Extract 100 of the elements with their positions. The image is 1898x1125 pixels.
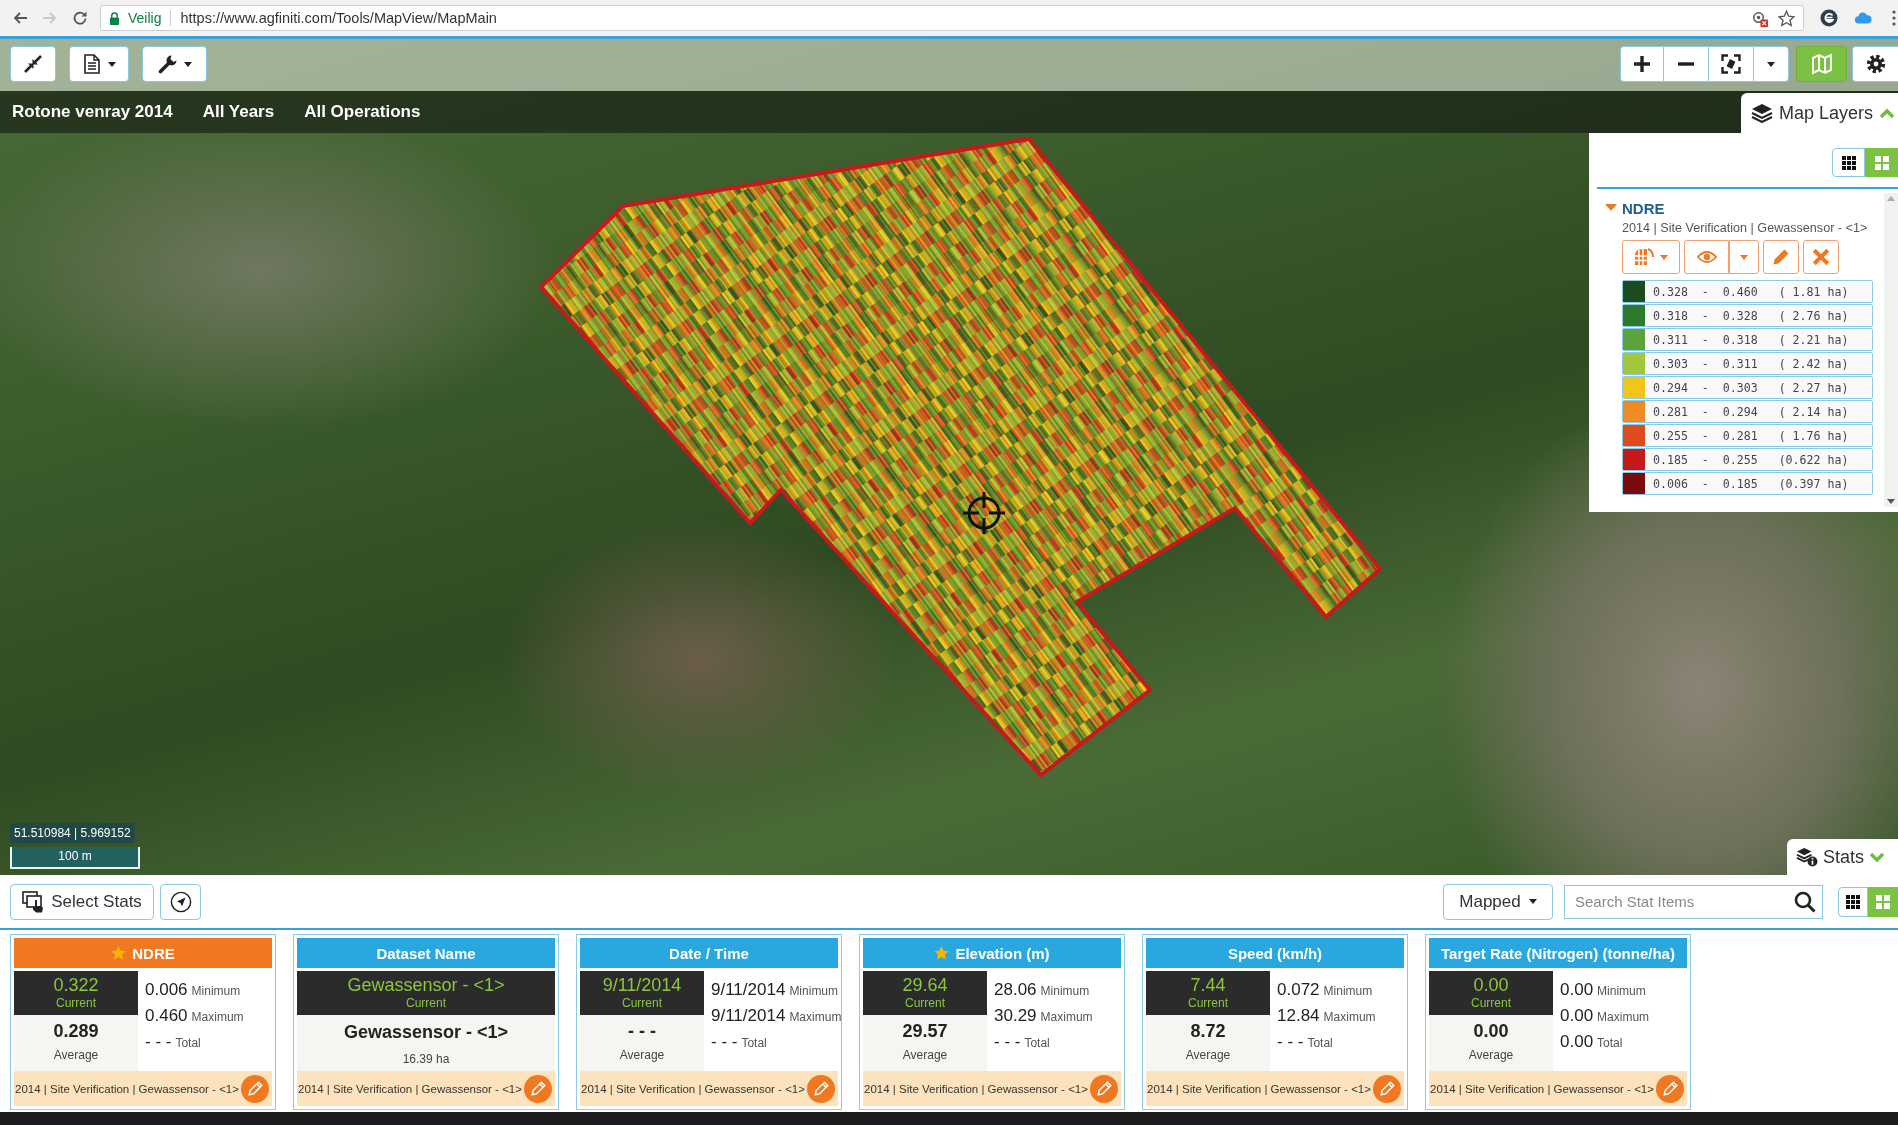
operations-filter[interactable]: All Operations — [304, 102, 421, 122]
total-label: Total — [741, 1036, 767, 1050]
current-value: 0.322 — [53, 975, 99, 996]
caret-icon — [1767, 61, 1775, 67]
url-text[interactable]: https://www.agfiniti.com/Tools/MapView/MapMain — [180, 10, 497, 26]
address-bar[interactable]: Veilig https://www.agfiniti.com/Tools/MapView/MapMain — [100, 5, 1804, 31]
layer-style-button[interactable] — [1622, 240, 1680, 274]
legend-label: 0.185 - 0.255 (0.622 ha) — [1653, 452, 1849, 467]
stats-label: Stats — [1823, 846, 1865, 868]
list-view-button[interactable] — [1832, 148, 1865, 177]
average-label: Average — [1185, 1048, 1231, 1062]
maximum-value: 12.84 — [1277, 1006, 1320, 1026]
total-value: - - - — [994, 1032, 1021, 1052]
current-label: Current — [622, 996, 662, 1011]
current-value: 9/11/2014 — [602, 975, 682, 996]
tile-view-button[interactable] — [1868, 886, 1898, 917]
close-icon — [1811, 248, 1831, 266]
search-icon[interactable] — [1794, 890, 1816, 913]
card-title: Target Rate (Nitrogen) (tonne/ha) — [1441, 944, 1675, 962]
grid-icon — [1846, 894, 1860, 909]
edit-button[interactable] — [1090, 1074, 1118, 1103]
map-layers-label: Map Layers — [1779, 102, 1874, 124]
scale-bar: 100 m — [10, 847, 140, 869]
fit-extent-icon — [1721, 54, 1741, 74]
scrollbar[interactable] — [1884, 193, 1898, 507]
card-title: NDRE — [132, 944, 175, 962]
edit-button[interactable] — [1656, 1074, 1684, 1103]
edit-button[interactable] — [1373, 1074, 1401, 1103]
card-title: Speed (km/h) — [1227, 944, 1323, 962]
legend-label: 0.311 - 0.318 ( 2.21 ha) — [1653, 332, 1849, 347]
collapse-arrows-icon — [23, 54, 43, 74]
stats-tab[interactable]: Stats — [1787, 839, 1898, 875]
total-value: - - - — [711, 1032, 738, 1052]
back-icon[interactable] — [12, 10, 28, 26]
layer-name[interactable]: NDRE — [1622, 199, 1665, 217]
settings-button[interactable] — [1852, 46, 1898, 82]
maximum-value: 30.29 — [994, 1006, 1037, 1026]
current-label: Current — [406, 996, 446, 1011]
edit-button[interactable] — [241, 1074, 269, 1103]
document-icon — [82, 54, 102, 74]
crosshair-icon — [962, 491, 1006, 535]
zoom-in-button[interactable] — [1620, 46, 1664, 82]
list-view-button[interactable] — [1838, 886, 1868, 917]
average-value: - - - — [628, 1020, 656, 1042]
reload-icon[interactable] — [72, 10, 88, 26]
pencil-icon — [1771, 248, 1791, 266]
caret-icon — [183, 61, 192, 67]
total-value: 0.00 — [1560, 1032, 1594, 1052]
field-name-label[interactable]: Rotone venray 2014 — [12, 102, 173, 122]
collapse-button[interactable] — [10, 46, 56, 82]
more-menu-icon[interactable] — [1892, 10, 1896, 26]
zoom-out-button[interactable] — [1663, 46, 1709, 82]
maximum-label: Maximum — [1040, 1010, 1093, 1024]
document-menu-button[interactable] — [69, 46, 129, 82]
current-label: Current — [905, 996, 945, 1011]
visibility-button[interactable] — [1684, 240, 1729, 274]
source-label: 2014 | Site Verification | Gewassensor - <1> — [581, 1082, 806, 1095]
total-value: - - - — [145, 1032, 172, 1052]
location-blocked-icon[interactable] — [1751, 9, 1768, 27]
zoom-extent-button[interactable] — [1708, 46, 1754, 82]
tile-view-button[interactable] — [1865, 148, 1898, 177]
years-filter[interactable]: All Years — [202, 102, 275, 122]
maximum-value: 0.00 — [1560, 1006, 1594, 1026]
edit-layer-button[interactable] — [1763, 240, 1799, 274]
basemap-button[interactable] — [1796, 46, 1847, 82]
minimum-value: 0.006 — [145, 980, 188, 1000]
maximum-label: Maximum — [789, 1010, 842, 1024]
card-title: Dataset Name — [376, 944, 476, 962]
tools-menu-button[interactable] — [142, 46, 207, 82]
filter-dropdown[interactable]: Mapped — [1443, 883, 1553, 920]
legend-label: 0.255 - 0.281 ( 1.76 ha) — [1653, 428, 1849, 443]
edit-button[interactable] — [524, 1074, 552, 1103]
large-grid-icon — [1874, 155, 1889, 170]
navigate-button[interactable] — [160, 883, 201, 920]
search-field[interactable]: Search Stat Items — [1564, 884, 1823, 919]
pencil-icon — [813, 1081, 829, 1096]
average-label: Average — [902, 1048, 948, 1062]
large-grid-icon — [1876, 894, 1890, 909]
grid-icon — [1841, 155, 1856, 170]
extension-icon[interactable] — [1820, 9, 1838, 27]
select-stats-button[interactable]: Select Stats — [10, 883, 154, 920]
card-title: Elevation (m) — [955, 944, 1050, 962]
dropdown-button[interactable] — [1729, 240, 1759, 274]
plus-icon — [1633, 55, 1651, 73]
total-value: - - - — [1277, 1032, 1304, 1052]
bookmark-star-icon[interactable] — [1778, 9, 1795, 27]
current-label: Current — [1188, 996, 1228, 1011]
eye-icon — [1696, 248, 1717, 266]
edit-button[interactable] — [807, 1074, 835, 1103]
layer-source-label: 2014 | Site Verification | Gewassensor - <1> — [1622, 221, 1868, 235]
average-label: Average — [619, 1048, 665, 1062]
expand-triangle-icon[interactable] — [1605, 204, 1617, 212]
minimum-value: 9/11/2014 — [711, 980, 786, 1000]
map-layers-tab[interactable]: Map Layers — [1741, 93, 1898, 133]
current-value: 0.00 — [1473, 975, 1509, 996]
legend-label: 0.318 - 0.328 ( 2.76 ha) — [1653, 308, 1849, 323]
maximum-value: 0.460 — [145, 1006, 188, 1026]
current-value: Gewassensor - <1> — [347, 975, 505, 996]
minimum-label: Minimum — [1040, 984, 1090, 998]
remove-layer-button[interactable] — [1803, 240, 1839, 274]
